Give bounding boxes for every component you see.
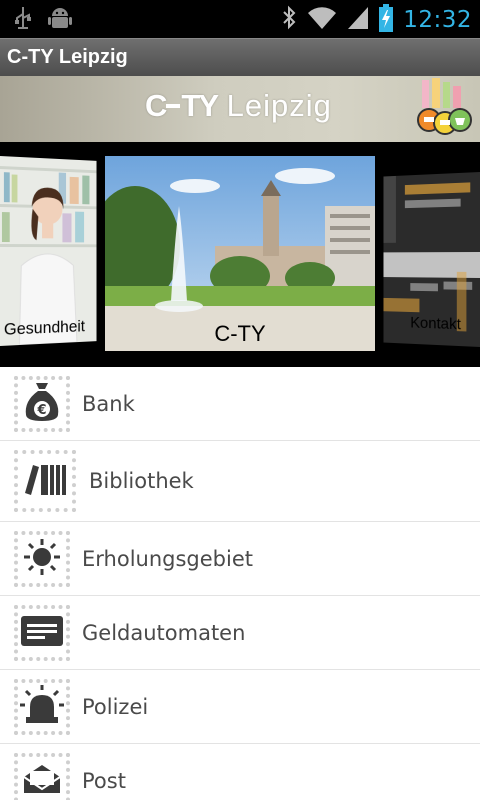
logo-mid: TY [181, 88, 219, 123]
siren-icon [20, 684, 64, 729]
app-title: C-TY Leipzig [7, 46, 128, 68]
carousel-card-gesundheit[interactable]: Gesundheit [0, 156, 97, 346]
list-item-erholungsgebiet[interactable]: Erholungsgebiet [0, 522, 480, 596]
wifi-icon [307, 5, 337, 35]
icon-tile [14, 530, 70, 587]
battery-charging-icon [379, 4, 394, 36]
icon-tile [14, 752, 70, 800]
books-icon [23, 461, 67, 501]
clock: 12:32 [403, 7, 472, 33]
sun-icon [22, 537, 62, 581]
list-item-label: Geldautomaten [82, 620, 246, 645]
logo-city: Leipzig [226, 88, 332, 123]
list-item-geldautomaten[interactable]: Geldautomaten [0, 596, 480, 670]
header-banner: C TY Leipzig [0, 76, 480, 142]
icon-tile [14, 678, 70, 735]
carousel-caption: C-TY [214, 321, 266, 346]
usb-icon [14, 6, 32, 36]
svg-text:€: € [36, 403, 46, 418]
list-item-label: Erholungsgebiet [82, 546, 253, 571]
list-item-bibliothek[interactable]: Bibliothek [0, 441, 480, 522]
signal-icon [347, 5, 369, 35]
carousel-card-c-ty[interactable]: C-TY [105, 156, 375, 351]
category-list: € Bank Bibliothek Erholungsgebiet Geldau… [0, 367, 480, 800]
list-item-label: Polizei [82, 694, 149, 719]
envelope-icon [22, 763, 62, 799]
category-carousel[interactable]: Gesundheit C-TY Kontakt [0, 142, 480, 367]
list-item-polizei[interactable]: Polizei [0, 670, 480, 744]
list-item-bank[interactable]: € Bank [0, 367, 480, 441]
banner-logo: C TY Leipzig [145, 88, 332, 124]
city-emblem-icon [412, 76, 476, 142]
list-item-label: Bank [82, 391, 135, 416]
logo-dash [166, 103, 181, 108]
icon-tile: € [14, 375, 70, 432]
money-bag-euro-icon: € [24, 381, 60, 427]
carousel-card-kontakt[interactable]: Kontakt [383, 172, 480, 347]
list-item-label: Bibliothek [89, 469, 194, 493]
status-bar: 12:32 [0, 0, 480, 38]
atm-card-icon [21, 615, 63, 650]
icon-tile [14, 450, 76, 512]
list-item-post[interactable]: Post [0, 744, 480, 800]
list-item-label: Post [82, 768, 126, 793]
bluetooth-icon [281, 5, 297, 35]
android-debug-icon [48, 6, 72, 36]
action-bar: C-TY Leipzig [0, 38, 480, 76]
icon-tile [14, 604, 70, 661]
logo-prefix: C [145, 88, 167, 123]
